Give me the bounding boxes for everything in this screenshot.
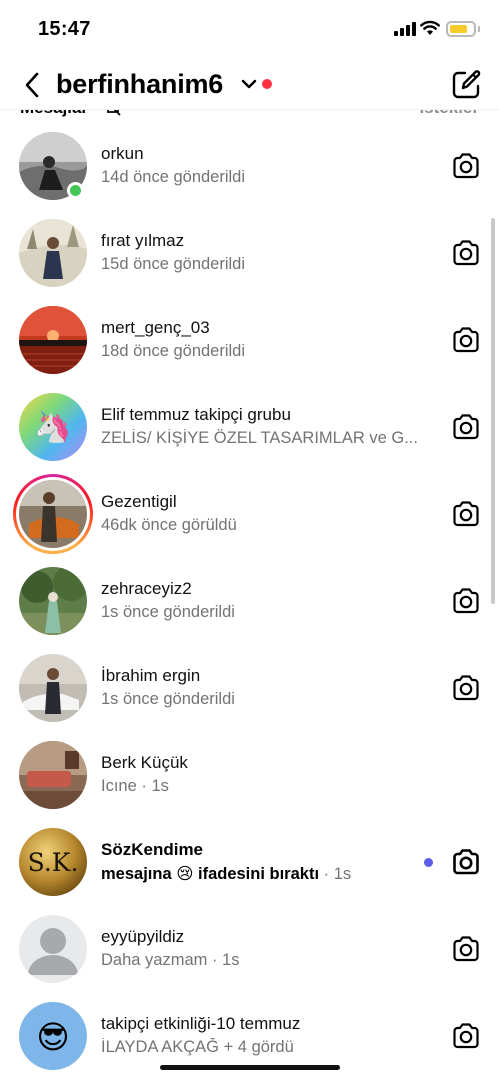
conversation-row[interactable]: Gezentigil 46dk önce görüldü	[0, 472, 499, 558]
new-message-button[interactable]	[450, 69, 482, 101]
avatar-monogram: S.K.	[28, 848, 79, 877]
unread-indicator	[424, 858, 433, 867]
status-time: 15:47	[38, 18, 91, 40]
conversation-row[interactable]: S.K. SözKendime mesajına 😢 ifadesini bır…	[0, 820, 499, 906]
conversation-name: Elif temmuz takipçi grubu	[101, 405, 291, 424]
message-time: · 1s	[211, 951, 240, 969]
conversation-row[interactable]: İbrahim ergin 1s önce gönderildi	[0, 646, 499, 732]
conversation-status: Daha yazmam · 1s	[101, 951, 239, 970]
avatar: 🦄	[19, 393, 87, 461]
home-indicator[interactable]	[160, 1065, 340, 1070]
message-preview: Daha yazmam	[101, 951, 208, 969]
camera-button[interactable]	[450, 237, 482, 269]
avatar: 😎	[19, 1002, 87, 1070]
avatar	[19, 306, 87, 374]
camera-icon	[453, 153, 479, 179]
conversation-status: Icıne · 1s	[101, 777, 169, 796]
conversation-status: 1s önce gönderildi	[101, 603, 235, 621]
svg-text:🦄: 🦄	[34, 409, 71, 444]
avatar	[19, 915, 87, 983]
battery-cap	[478, 26, 480, 32]
conversation-name: SözKendime	[101, 840, 204, 859]
story-ring[interactable]	[13, 474, 93, 554]
status-bar: 15:47	[0, 0, 499, 60]
camera-icon	[453, 936, 479, 962]
camera-button[interactable]	[450, 846, 482, 878]
camera-icon	[453, 849, 479, 875]
conversation-name: Gezentigil	[101, 492, 177, 511]
camera-icon	[453, 414, 479, 440]
chevron-left-icon	[25, 72, 39, 98]
chevron-down-icon[interactable]	[240, 77, 258, 91]
new-message-icon	[452, 70, 481, 99]
battery-icon	[446, 21, 476, 37]
camera-button[interactable]	[450, 672, 482, 704]
wifi-icon	[420, 20, 440, 36]
conversation-row[interactable]: fırat yılmaz 15d önce gönderildi	[0, 211, 499, 297]
camera-button[interactable]	[450, 933, 482, 965]
conversation-row[interactable]: eyyüpyildiz Daha yazmam · 1s	[0, 907, 499, 993]
avatar: S.K.	[19, 828, 87, 896]
conversation-row[interactable]: Berk Küçük Icıne · 1s	[0, 733, 499, 819]
message-time: · 1s	[141, 777, 169, 795]
conversation-status: mesajına 😢 ifadesini bıraktı · 1s	[101, 864, 351, 884]
notification-dot	[262, 79, 272, 89]
conversation-row[interactable]: 🦄 Elif temmuz takipçi grubu ZELİS/ KİŞİY…	[0, 385, 499, 471]
avatar-emoji: 😎	[36, 1019, 69, 1055]
conversation-name: eyyüpyildiz	[101, 927, 185, 946]
conversation-status: İLAYDA AKÇAĞ + 4 gördü	[101, 1038, 294, 1056]
camera-icon	[453, 240, 479, 266]
conversation-name: Berk Küçük	[101, 753, 188, 772]
camera-icon	[453, 588, 479, 614]
avatar	[19, 654, 87, 722]
conversation-name: orkun	[101, 144, 144, 163]
avatar	[19, 741, 87, 809]
camera-icon	[453, 675, 479, 701]
avatar	[19, 567, 87, 635]
scrollbar[interactable]	[491, 218, 495, 604]
online-indicator	[67, 182, 84, 199]
conversation-row[interactable]: mert_genç_03 18d önce gönderildi	[0, 298, 499, 384]
signal-icon	[394, 22, 416, 36]
conversation-status: 46dk önce görüldü	[101, 516, 237, 534]
camera-button[interactable]	[450, 411, 482, 443]
conversation-row[interactable]: orkun 14d önce gönderildi	[0, 124, 499, 210]
camera-button[interactable]	[450, 498, 482, 530]
camera-icon	[453, 1023, 479, 1049]
camera-icon	[453, 501, 479, 527]
header: berfinhanim6	[0, 60, 499, 110]
conversation-list: orkun 14d önce gönderildi fırat yılmaz 1…	[0, 124, 499, 1080]
conversation-status: 15d önce gönderildi	[101, 255, 246, 273]
account-title[interactable]: berfinhanim6	[56, 69, 223, 100]
avatar	[19, 480, 87, 548]
message-preview: mesajına 😢 ifadesini bıraktı	[101, 865, 320, 883]
conversation-status: 1s önce gönderildi	[101, 690, 235, 708]
conversation-name: İbrahim ergin	[101, 666, 201, 685]
conversation-row[interactable]: zehraceyiz2 1s önce gönderildi	[0, 559, 499, 645]
message-time: · 1s	[323, 865, 352, 883]
message-preview: Icıne	[101, 777, 137, 795]
camera-button[interactable]	[450, 150, 482, 182]
camera-button[interactable]	[450, 1020, 482, 1052]
conversation-name: takipçi etkinliği-10 temmuz	[101, 1014, 301, 1033]
camera-icon	[453, 327, 479, 353]
conversation-name: zehraceyiz2	[101, 579, 192, 598]
avatar	[19, 219, 87, 287]
camera-button[interactable]	[450, 585, 482, 617]
conversation-name: fırat yılmaz	[101, 231, 185, 250]
conversation-name: mert_genç_03	[101, 318, 210, 337]
conversation-status: ZELİS/ KİŞİYE ÖZEL TASARIMLAR ve G...	[101, 429, 418, 447]
conversation-status: 18d önce gönderildi	[101, 342, 246, 360]
conversation-status: 14d önce gönderildi	[101, 168, 246, 186]
back-button[interactable]	[18, 70, 48, 100]
camera-button[interactable]	[450, 324, 482, 356]
